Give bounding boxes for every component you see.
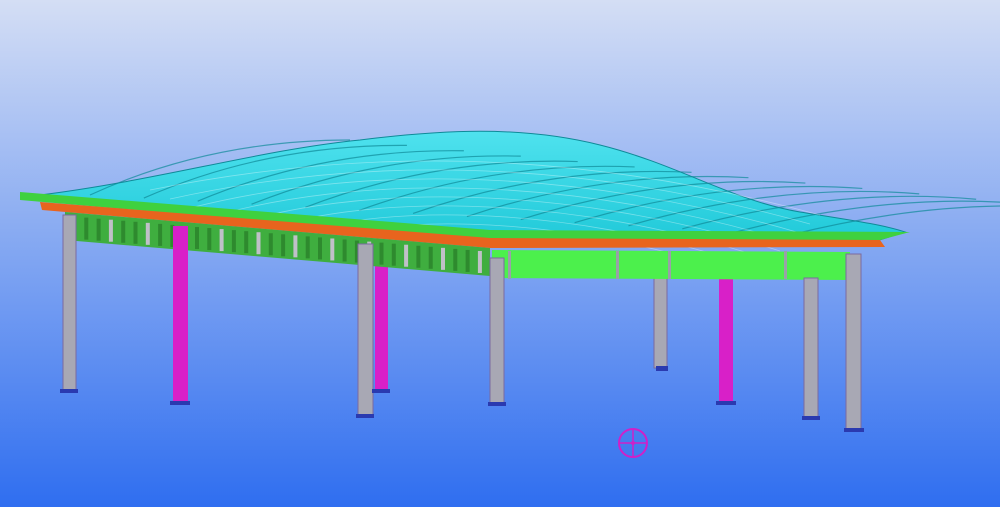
truss-member [318,237,322,260]
truss-member [477,250,482,273]
column[interactable] [845,253,862,431]
column[interactable] [719,278,733,403]
truss-member [508,251,511,279]
column[interactable] [357,243,374,417]
column[interactable] [489,257,505,405]
column[interactable] [375,262,388,390]
truss-member [616,251,619,279]
truss-member [207,228,212,251]
truss-member [244,231,249,254]
base-plate [170,401,190,405]
truss-member [96,218,101,241]
truss-member [145,222,150,245]
truss-member [268,233,273,256]
truss-member [330,238,335,261]
base-plate [60,389,78,393]
base-plate [488,402,506,406]
truss-member [133,221,138,244]
column[interactable] [62,214,77,391]
truss-member [379,242,384,265]
base-plate [844,428,864,432]
truss-member [256,232,261,255]
base-plate [356,414,374,418]
model-viewport[interactable] [0,0,1000,507]
truss-member [293,235,298,258]
column[interactable] [803,277,819,419]
truss-member [784,251,787,279]
column[interactable] [653,277,668,369]
column[interactable] [173,226,188,403]
base-plate [716,401,736,405]
base-plate [372,389,390,393]
truss-member [453,248,458,271]
base-plate [656,366,668,371]
3d-structure-view[interactable] [0,0,1000,507]
truss-member [281,234,286,257]
truss-member [342,239,347,262]
truss-member [84,217,89,240]
truss-member [416,245,421,268]
truss-member [305,236,310,259]
base-plate [802,416,820,420]
truss-member [121,220,126,243]
truss-member [108,219,113,242]
truss-member [391,243,396,266]
truss-member [219,229,224,252]
truss-member [158,223,163,246]
truss-member [404,244,409,267]
truss-member [231,230,236,253]
truss-member [441,247,445,270]
truss-member [668,251,671,279]
truss-member [428,246,433,269]
rotation-center-icon[interactable] [618,428,648,458]
truss-member [465,249,470,272]
truss-member [195,227,199,250]
